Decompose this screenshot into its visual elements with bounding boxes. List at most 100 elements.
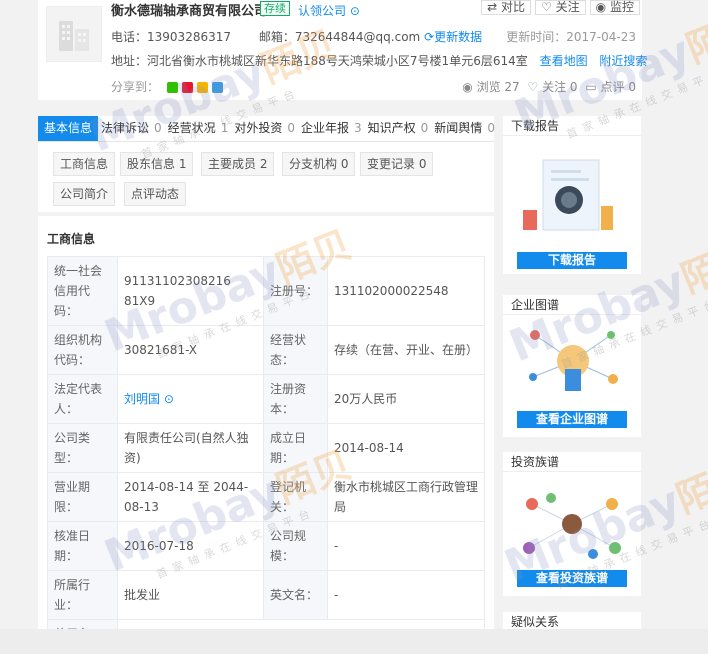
update-time: 更新时间：2017-04-23 bbox=[506, 28, 636, 45]
est-label: 成立日期： bbox=[263, 423, 328, 473]
invest-title: 投资族谱 bbox=[503, 452, 641, 472]
biz-status-label: 经营状态： bbox=[263, 325, 328, 375]
company-logo-placeholder bbox=[46, 6, 102, 62]
stats-row: ◉ 浏览 27 ♡ 关注 0 ▭ 点评 0 bbox=[462, 78, 636, 95]
tab-news[interactable]: 新闻舆情 0 bbox=[431, 116, 498, 141]
contact-row: 电话：13903286317 邮箱：732644844@qq.com ⟳更新数据 bbox=[111, 28, 482, 45]
address-label: 地址： bbox=[111, 54, 148, 68]
tab-label: 法律诉讼 bbox=[101, 121, 150, 135]
credit-code-value: 91131102308216 81X9 bbox=[117, 256, 264, 326]
biz-status-value: 存续（在营、开业、在册） bbox=[327, 325, 485, 375]
compare-label: 对比 bbox=[501, 0, 526, 14]
subtab-branches[interactable]: 分支机构 0 bbox=[282, 152, 356, 176]
share-row: 分享到： bbox=[111, 78, 223, 95]
claim-company-link[interactable]: 认领公司 ⊙ bbox=[298, 2, 360, 19]
tab-ip[interactable]: 知识产权 0 bbox=[365, 116, 432, 141]
invest-card: 投资族谱 查看投资族谱 bbox=[503, 452, 641, 596]
compare-button[interactable]: ⇄ 对比 bbox=[481, 0, 532, 15]
nearby-search-link[interactable]: 附近搜索 bbox=[599, 54, 647, 68]
share-label: 分享到： bbox=[111, 80, 160, 94]
legal-rep-label: 法定代表人： bbox=[47, 374, 118, 424]
refresh-data-link[interactable]: ⟳更新数据 bbox=[424, 30, 482, 44]
tab-basic-info[interactable]: 基本信息 bbox=[38, 116, 99, 141]
view-invest-button[interactable]: 查看投资族谱 bbox=[517, 570, 627, 587]
subtab-shareholders[interactable]: 股东信息 1 bbox=[120, 152, 194, 176]
authority-label: 登记机关： bbox=[263, 472, 328, 522]
term-label: 营业期限： bbox=[47, 472, 118, 522]
tab-annual-reports[interactable]: 企业年报 3 bbox=[298, 116, 365, 141]
view-map-link[interactable]: 查看地图 bbox=[540, 54, 588, 68]
table-row: 组织机构代码： 30821681-X 经营状态： 存续（在营、开业、在册） bbox=[47, 325, 485, 375]
heart-icon: ♡ bbox=[541, 0, 552, 14]
graph-title: 企业图谱 bbox=[503, 295, 641, 315]
approve-value: 2016-07-18 bbox=[117, 521, 264, 571]
comments-count: 点评 0 bbox=[600, 80, 636, 94]
graph-illustration bbox=[529, 330, 618, 391]
en-name-label: 英文名： bbox=[263, 570, 328, 620]
comment-icon: ▭ bbox=[585, 80, 597, 94]
term-value: 2014-08-14 至 2044-08-13 bbox=[117, 472, 264, 522]
tab-count: 0 bbox=[287, 121, 295, 135]
watermark-cn: 陌贝 bbox=[675, 232, 708, 302]
industry-value: 批发业 bbox=[117, 570, 264, 620]
follows-count: 关注 0 bbox=[542, 80, 578, 94]
org-code-label: 组织机构代码： bbox=[47, 325, 118, 375]
type-label: 公司类型： bbox=[47, 423, 118, 473]
org-code-value: 30821681-X bbox=[117, 325, 264, 375]
tab-lawsuits[interactable]: 法律诉讼 0 bbox=[98, 116, 165, 141]
qq-icon[interactable] bbox=[211, 82, 223, 93]
info-circle-icon: ⊙ bbox=[349, 4, 360, 18]
invest-illustration bbox=[523, 493, 621, 559]
update-value: 2017-04-23 bbox=[566, 30, 636, 44]
monitor-button[interactable]: ◉ 监控 bbox=[589, 0, 640, 15]
table-row: 法定代表人： 刘明国 ⊙ 注册资本： 20万人民币 bbox=[47, 374, 485, 424]
address-value: 河北省衡水市桃城区新华东路188号天鸿荣城小区7号楼1单元6层614室 bbox=[147, 54, 528, 68]
compare-icon: ⇄ bbox=[487, 0, 498, 14]
business-info-section: 工商信息 统一社会信用代码： 91131102308216 81X9 注册号： … bbox=[38, 216, 494, 654]
capital-label: 注册资本： bbox=[263, 374, 328, 424]
table-row: 营业期限： 2014-08-14 至 2044-08-13 登记机关： 衡水市桃… bbox=[47, 472, 485, 522]
address-row: 地址：河北省衡水市桃城区新华东路188号天鸿荣城小区7号楼1单元6层614室 查… bbox=[111, 52, 647, 69]
follow-button[interactable]: ♡ 关注 bbox=[535, 0, 586, 15]
follow-heart-icon: ♡ bbox=[527, 80, 539, 94]
qzone-icon[interactable] bbox=[196, 82, 208, 93]
en-name-value: - bbox=[327, 570, 485, 620]
tab-label: 企业年报 bbox=[300, 121, 349, 135]
phone-value: 13903286317 bbox=[147, 30, 231, 44]
subtab-changes[interactable]: 变更记录 0 bbox=[360, 152, 434, 176]
tab-label: 基本信息 bbox=[44, 121, 93, 135]
tab-count: 3 bbox=[354, 121, 362, 135]
tab-label: 经营状况 bbox=[167, 121, 216, 135]
scale-label: 公司规模： bbox=[263, 521, 328, 571]
report-title: 下载报告 bbox=[503, 116, 641, 136]
tab-investments[interactable]: 对外投资 0 bbox=[231, 116, 298, 141]
subtab-reviews[interactable]: 点评动态 bbox=[124, 182, 187, 206]
scale-value: - bbox=[327, 521, 485, 571]
subtab-profile[interactable]: 公司简介 bbox=[53, 182, 116, 206]
authority-value: 衡水市桃城区工商行政管理局 bbox=[327, 472, 485, 522]
subtab-business-info[interactable]: 工商信息 bbox=[53, 152, 116, 176]
monitor-label: 监控 bbox=[609, 0, 634, 14]
tab-operations[interactable]: 经营状况 1 bbox=[165, 116, 232, 141]
table-row: 公司类型： 有限责任公司(自然人独资) 成立日期： 2014-08-14 bbox=[47, 423, 485, 473]
refresh-label: 更新数据 bbox=[434, 30, 483, 44]
tab-label: 知识产权 bbox=[367, 121, 416, 135]
reg-no-value: 131102000022548 bbox=[327, 256, 485, 326]
legal-rep-link[interactable]: 刘明国 bbox=[124, 392, 160, 406]
type-value: 有限责任公司(自然人独资) bbox=[117, 423, 264, 473]
legal-rep-cell: 刘明国 ⊙ bbox=[117, 374, 264, 424]
sub-tabs: 工商信息 股东信息 1 主要成员 2 分支机构 0 变更记录 0 公司简介 点评… bbox=[38, 142, 494, 212]
reg-no-label: 注册号： bbox=[263, 256, 328, 326]
view-graph-button[interactable]: 查看企业图谱 bbox=[517, 411, 627, 428]
weibo-icon[interactable] bbox=[181, 82, 193, 93]
tab-label: 对外投资 bbox=[234, 121, 283, 135]
wechat-icon[interactable] bbox=[166, 82, 178, 93]
phone-label: 电话： bbox=[111, 30, 148, 44]
subtab-members[interactable]: 主要成员 2 bbox=[201, 152, 275, 176]
download-report-button[interactable]: 下载报告 bbox=[517, 252, 627, 269]
tab-count: 0 bbox=[420, 121, 429, 135]
refresh-icon: ⟳ bbox=[424, 30, 435, 44]
tab-count: 0 bbox=[154, 121, 162, 135]
watermark-cn: 陌贝 bbox=[680, 2, 708, 72]
industry-label: 所属行业： bbox=[47, 570, 118, 620]
